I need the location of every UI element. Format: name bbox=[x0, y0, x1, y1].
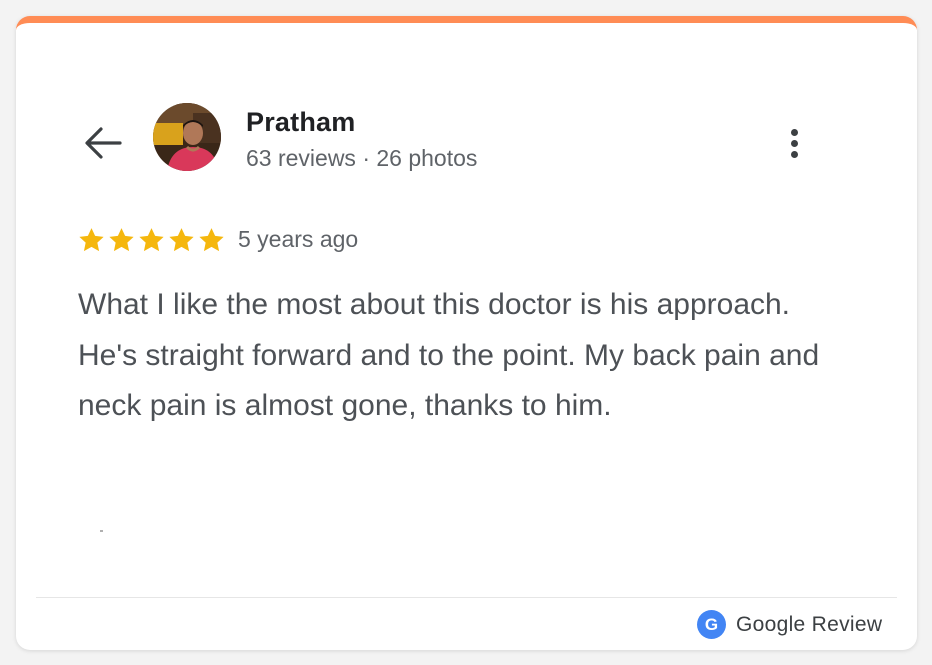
review-source[interactable]: G Google Review bbox=[697, 610, 882, 639]
star-icon bbox=[79, 228, 104, 252]
avatar[interactable] bbox=[153, 103, 221, 171]
divider bbox=[36, 597, 897, 598]
more-options-button[interactable] bbox=[780, 123, 808, 163]
more-vert-icon bbox=[790, 128, 798, 136]
review-text: What I like the most about this doctor i… bbox=[78, 288, 820, 422]
star-icon bbox=[199, 228, 224, 252]
reviewer-meta: 63 reviews · 26 photos bbox=[246, 145, 478, 171]
star-icon bbox=[109, 228, 134, 252]
back-button[interactable] bbox=[82, 123, 124, 163]
review-card: Pratham 63 reviews · 26 photos 5 years a… bbox=[16, 16, 917, 650]
speck bbox=[100, 530, 103, 532]
arrow-left-icon bbox=[85, 127, 122, 159]
review-age: 5 years ago bbox=[238, 226, 359, 252]
source-label: Google Review bbox=[736, 612, 883, 636]
google-icon: G bbox=[697, 610, 726, 639]
star-rating bbox=[77, 226, 226, 254]
star-icon bbox=[139, 228, 164, 252]
reviewer-name[interactable]: Pratham bbox=[246, 107, 355, 138]
star-icon bbox=[169, 228, 194, 252]
